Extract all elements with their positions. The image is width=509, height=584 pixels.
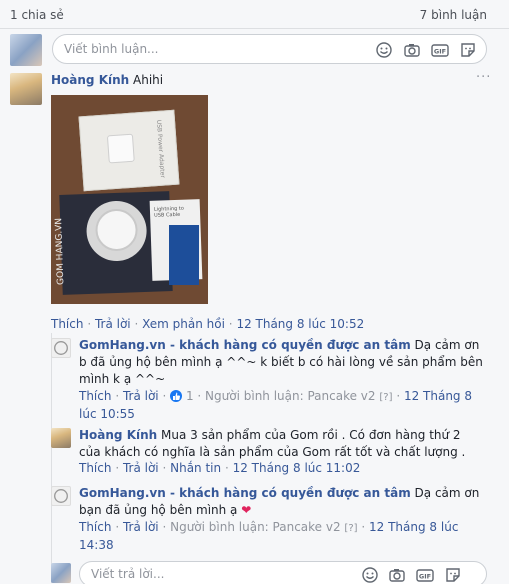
reply-2: Hoàng Kính Mua 3 sản phẩm của Gom rồi . … <box>79 427 484 461</box>
camera-icon[interactable] <box>403 41 421 59</box>
comment-actions: Thích · Trả lời · Xem phản hồi · 12 Thán… <box>51 317 365 331</box>
commenter-note: Người bình luận: Pancake v2 <box>205 389 376 403</box>
gomhang-avatar[interactable] <box>51 486 71 506</box>
help-bracket[interactable]: [?] <box>344 523 357 534</box>
gif-icon[interactable]: GIF <box>416 566 434 584</box>
sticker-icon[interactable] <box>459 41 477 59</box>
shares-count[interactable]: 1 chia sẻ <box>10 8 64 22</box>
reply-input[interactable]: Viết trả lời... GIF <box>79 561 487 584</box>
gomhang-avatar[interactable] <box>51 338 71 358</box>
svg-text:GIF: GIF <box>419 573 431 581</box>
like-link[interactable]: Thích <box>79 389 111 403</box>
user-avatar <box>10 34 42 66</box>
like-count[interactable]: 1 <box>186 389 194 403</box>
reply-link[interactable]: Trả lời <box>123 389 159 403</box>
message-link[interactable]: Nhắn tin <box>170 461 221 475</box>
reply-3: GomHang.vn - khách hàng có quyền được an… <box>79 485 489 519</box>
reply-link[interactable]: Trả lời <box>123 461 159 475</box>
reply-1-actions: Thích · Trả lời · 1 · Người bình luận: P… <box>79 389 472 421</box>
comment-timestamp[interactable]: 12 Tháng 8 lúc 10:52 <box>236 317 364 331</box>
thread-line <box>51 333 52 583</box>
reply-author[interactable]: GomHang.vn - khách hàng có quyền được an… <box>79 486 411 500</box>
heart-icon: ❤ <box>241 503 252 517</box>
sticker-icon[interactable] <box>444 566 462 584</box>
comments-count[interactable]: 7 bình luận <box>420 8 487 22</box>
like-link[interactable]: Thích <box>79 461 111 475</box>
gif-icon[interactable]: GIF <box>431 41 449 59</box>
reply-1: GomHang.vn - khách hàng có quyền được an… <box>79 337 489 388</box>
comment-author[interactable]: Hoàng Kính <box>51 73 129 87</box>
more-icon[interactable]: ··· <box>476 70 491 85</box>
svg-text:GIF: GIF <box>434 48 446 56</box>
camera-icon[interactable] <box>388 566 406 584</box>
reply-author[interactable]: Hoàng Kính <box>79 428 157 442</box>
commenter-avatar[interactable] <box>10 73 42 105</box>
help-bracket[interactable]: [?] <box>379 392 392 403</box>
comment-photo[interactable]: USB Power Adapter GOM HANG.VN Lightning … <box>51 95 208 304</box>
comment-header: Hoàng Kính Ahihi <box>51 73 163 87</box>
smile-icon[interactable] <box>361 566 379 584</box>
divider <box>0 28 509 29</box>
power-adapter-box: USB Power Adapter <box>78 109 180 192</box>
feedback-link[interactable]: Xem phản hồi <box>142 317 225 331</box>
commenter-note: Người bình luận: Pancake v2 <box>170 520 341 534</box>
comment-input[interactable]: Viết bình luận... GIF <box>52 34 487 64</box>
reply-2-actions: Thích · Trả lời · Nhắn tin · 12 Tháng 8 … <box>79 461 361 475</box>
reply-author[interactable]: GomHang.vn - khách hàng có quyền được an… <box>79 338 411 352</box>
like-badge-icon <box>170 390 183 402</box>
reply-link[interactable]: Trả lời <box>95 317 131 331</box>
user-avatar <box>51 563 71 583</box>
smile-icon[interactable] <box>375 41 393 59</box>
reply-timestamp[interactable]: 12 Tháng 8 lúc 11:02 <box>233 461 361 475</box>
like-link[interactable]: Thích <box>51 317 83 331</box>
commenter-avatar[interactable] <box>51 428 71 448</box>
reply-3-actions: Thích · Trả lời · Người bình luận: Panca… <box>79 520 459 552</box>
reply-link[interactable]: Trả lời <box>123 520 159 534</box>
comment-text: Ahihi <box>133 73 164 87</box>
like-link[interactable]: Thích <box>79 520 111 534</box>
